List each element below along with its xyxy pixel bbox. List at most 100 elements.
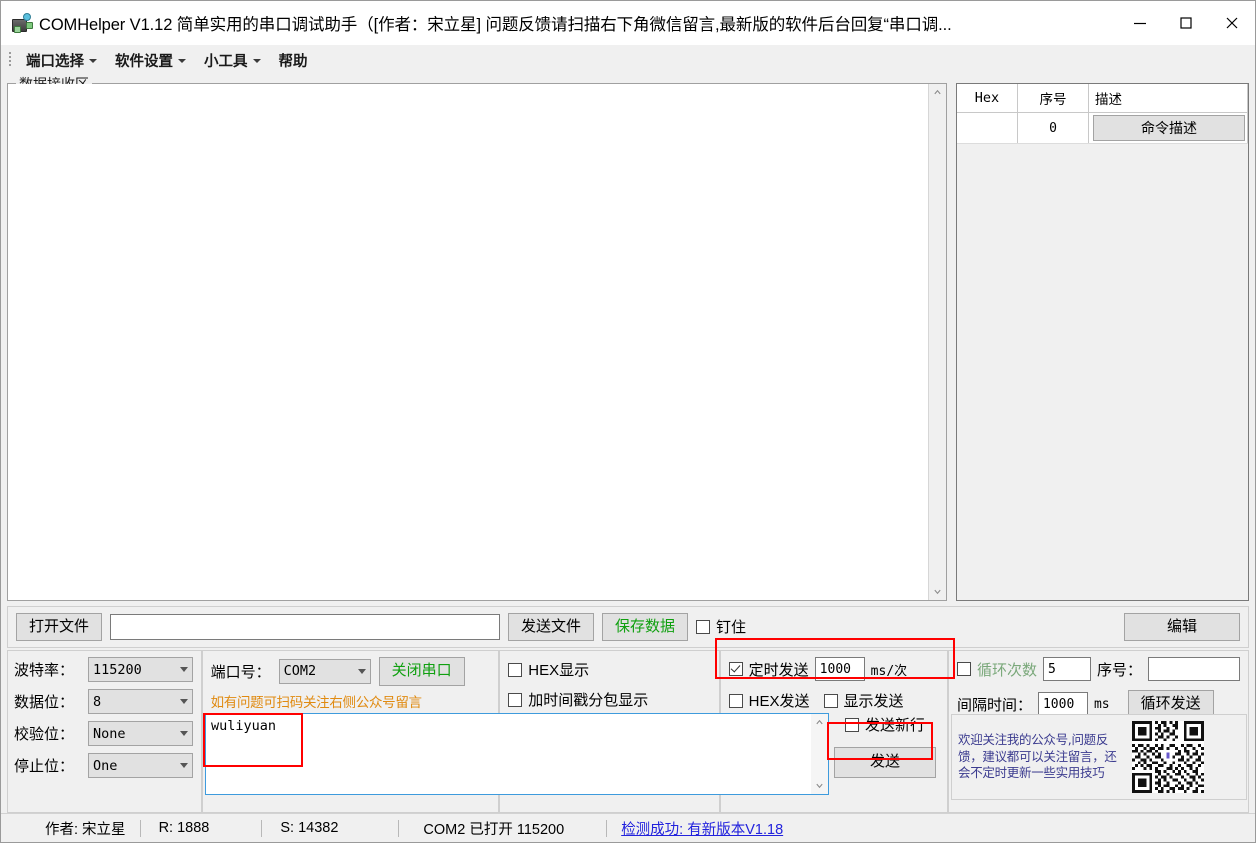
menu-item-tools[interactable]: 小工具 <box>195 48 270 73</box>
baudrate-row: 波特率： 115200 <box>14 657 193 682</box>
hex-display-checkbox[interactable] <box>508 663 522 677</box>
receive-column: 数据接收区 <box>7 75 947 601</box>
loop-interval-unit: ms <box>1094 697 1110 712</box>
send-newline-row[interactable]: 发送新行 <box>845 714 925 735</box>
scroll-up-icon[interactable] <box>929 84 946 101</box>
chevron-down-icon <box>180 699 188 704</box>
menu-label: 帮助 <box>279 50 308 71</box>
window-title: COMHelper V1.12 简单实用的串口调试助手（[作者：宋立星] 问题反… <box>39 11 952 35</box>
show-send-checkbox[interactable] <box>824 694 838 708</box>
send-textarea-wrap <box>205 713 829 793</box>
chevron-down-icon <box>180 763 188 768</box>
hex-send-label: HEX发送 <box>749 690 810 711</box>
chevron-down-icon <box>178 59 186 63</box>
databits-row: 数据位： 8 <box>14 689 193 714</box>
hex-checkbox[interactable] <box>980 121 994 135</box>
timestamp-split-row[interactable]: 加时间戳分包显示 <box>508 689 710 710</box>
chevron-down-icon <box>180 731 188 736</box>
scroll-down-icon[interactable] <box>929 583 946 600</box>
menu-item-help[interactable]: 帮助 <box>270 48 317 73</box>
databits-select[interactable]: 8 <box>88 689 193 714</box>
pin-label: 钉住 <box>716 616 746 637</box>
menu-grip-icon <box>5 49 15 71</box>
timed-send-checkbox[interactable] <box>729 662 743 676</box>
port-hint-text: 如有问题可扫码关注右侧公众号留言 <box>211 691 491 711</box>
port-row: 端口号： COM2 关闭串口 <box>211 657 491 686</box>
pin-checkbox-row[interactable]: 钉住 <box>696 616 746 637</box>
scroll-down-icon[interactable] <box>811 777 828 794</box>
menu-item-port-select[interactable]: 端口选择 <box>17 48 106 73</box>
main-content: 数据接收区 Hex <box>1 75 1255 601</box>
save-data-button[interactable]: 保存数据 <box>602 613 688 642</box>
application-window: COMHelper V1.12 简单实用的串口调试助手（[作者：宋立星] 问题反… <box>0 0 1256 843</box>
column-header-desc: 描述 <box>1089 84 1248 113</box>
open-file-button[interactable]: 打开文件 <box>16 613 102 642</box>
hex-send-checkbox[interactable] <box>729 694 743 708</box>
hex-display-row[interactable]: HEX显示 <box>508 659 710 680</box>
close-button[interactable] <box>1209 1 1255 45</box>
parity-value: None <box>93 726 126 742</box>
hex-display-label: HEX显示 <box>528 659 589 680</box>
sequence-input[interactable] <box>1148 657 1240 681</box>
status-author: 作者: 宋立星 <box>1 818 140 839</box>
send-button[interactable]: 发送 <box>834 747 936 778</box>
loop-count-row: 循环次数 序号： <box>957 657 1240 681</box>
loop-count-checkbox[interactable] <box>957 662 971 676</box>
receive-groupbox: 数据接收区 <box>7 83 947 601</box>
send-newline-checkbox[interactable] <box>845 718 859 732</box>
promo-text: 欢迎关注我的公众号,问题反馈，建议都可以关注留言，还会不定时更新一些实用技巧 <box>958 732 1126 783</box>
send-scrollbar[interactable] <box>811 714 828 794</box>
qrcode-image <box>1132 721 1204 793</box>
chevron-down-icon <box>180 667 188 672</box>
status-sent-bytes: S: 14382 <box>262 820 398 836</box>
stopbits-label: 停止位： <box>14 755 88 776</box>
send-textarea[interactable] <box>206 714 811 794</box>
loop-count-input[interactable] <box>1043 657 1091 681</box>
minimize-button[interactable] <box>1117 1 1163 45</box>
table-header-row: Hex 序号 描述 <box>957 84 1248 113</box>
timed-interval-input[interactable] <box>815 657 865 681</box>
file-path-input[interactable] <box>110 614 500 640</box>
parity-label: 校验位： <box>14 723 88 744</box>
edit-button[interactable]: 编辑 <box>1124 613 1240 642</box>
update-link[interactable]: 检测成功: 有新版本V1.18 <box>607 818 797 839</box>
show-send-row[interactable]: 显示发送 <box>824 690 904 711</box>
title-bar: COMHelper V1.12 简单实用的串口调试助手（[作者：宋立星] 问题反… <box>1 1 1255 45</box>
status-bar: 作者: 宋立星 R: 1888 S: 14382 COM2 已打开 115200… <box>1 813 1255 842</box>
port-label: 端口号： <box>211 661 271 682</box>
chevron-down-icon <box>89 59 97 63</box>
stopbits-select[interactable]: One <box>88 753 193 778</box>
loop-count-label: 循环次数 <box>977 659 1037 680</box>
maximize-button[interactable] <box>1163 1 1209 45</box>
receive-scrollbar[interactable] <box>928 84 946 600</box>
sequence-label: 序号： <box>1097 659 1142 680</box>
command-desc-button[interactable]: 命令描述 <box>1093 115 1245 141</box>
stopbits-row: 停止位： One <box>14 753 193 778</box>
close-port-button[interactable]: 关闭串口 <box>379 657 465 686</box>
send-file-button[interactable]: 发送文件 <box>508 613 594 642</box>
menu-bar: 端口选择 软件设置 小工具 帮助 <box>1 45 1255 75</box>
scroll-up-icon[interactable] <box>811 714 828 731</box>
parity-row: 校验位： None <box>14 721 193 746</box>
receive-textarea[interactable] <box>8 84 928 600</box>
menu-item-software-settings[interactable]: 软件设置 <box>106 48 195 73</box>
row-index: 0 <box>1018 113 1089 144</box>
timed-interval-unit: ms/次 <box>871 660 907 679</box>
pin-checkbox[interactable] <box>696 620 710 634</box>
baudrate-value: 115200 <box>93 662 142 678</box>
menu-label: 小工具 <box>204 50 248 71</box>
loop-interval-label: 间隔时间： <box>957 694 1032 715</box>
hex-send-row[interactable]: HEX发送 <box>729 690 810 711</box>
loop-interval-input[interactable] <box>1038 692 1088 716</box>
row-hex-checkbox-cell[interactable] <box>957 113 1018 144</box>
table-row[interactable]: 0 命令描述 <box>957 113 1248 144</box>
parity-select[interactable]: None <box>88 721 193 746</box>
row-desc-cell[interactable]: 命令描述 <box>1089 113 1248 144</box>
timestamp-split-checkbox[interactable] <box>508 693 522 707</box>
send-textarea-box[interactable] <box>205 713 829 795</box>
app-icon <box>11 12 33 34</box>
port-select[interactable]: COM2 <box>279 659 371 684</box>
send-newline-label: 发送新行 <box>865 714 925 735</box>
baudrate-select[interactable]: 115200 <box>88 657 193 682</box>
file-row-wrap: 打开文件 发送文件 保存数据 钉住 编辑 <box>1 601 1255 649</box>
